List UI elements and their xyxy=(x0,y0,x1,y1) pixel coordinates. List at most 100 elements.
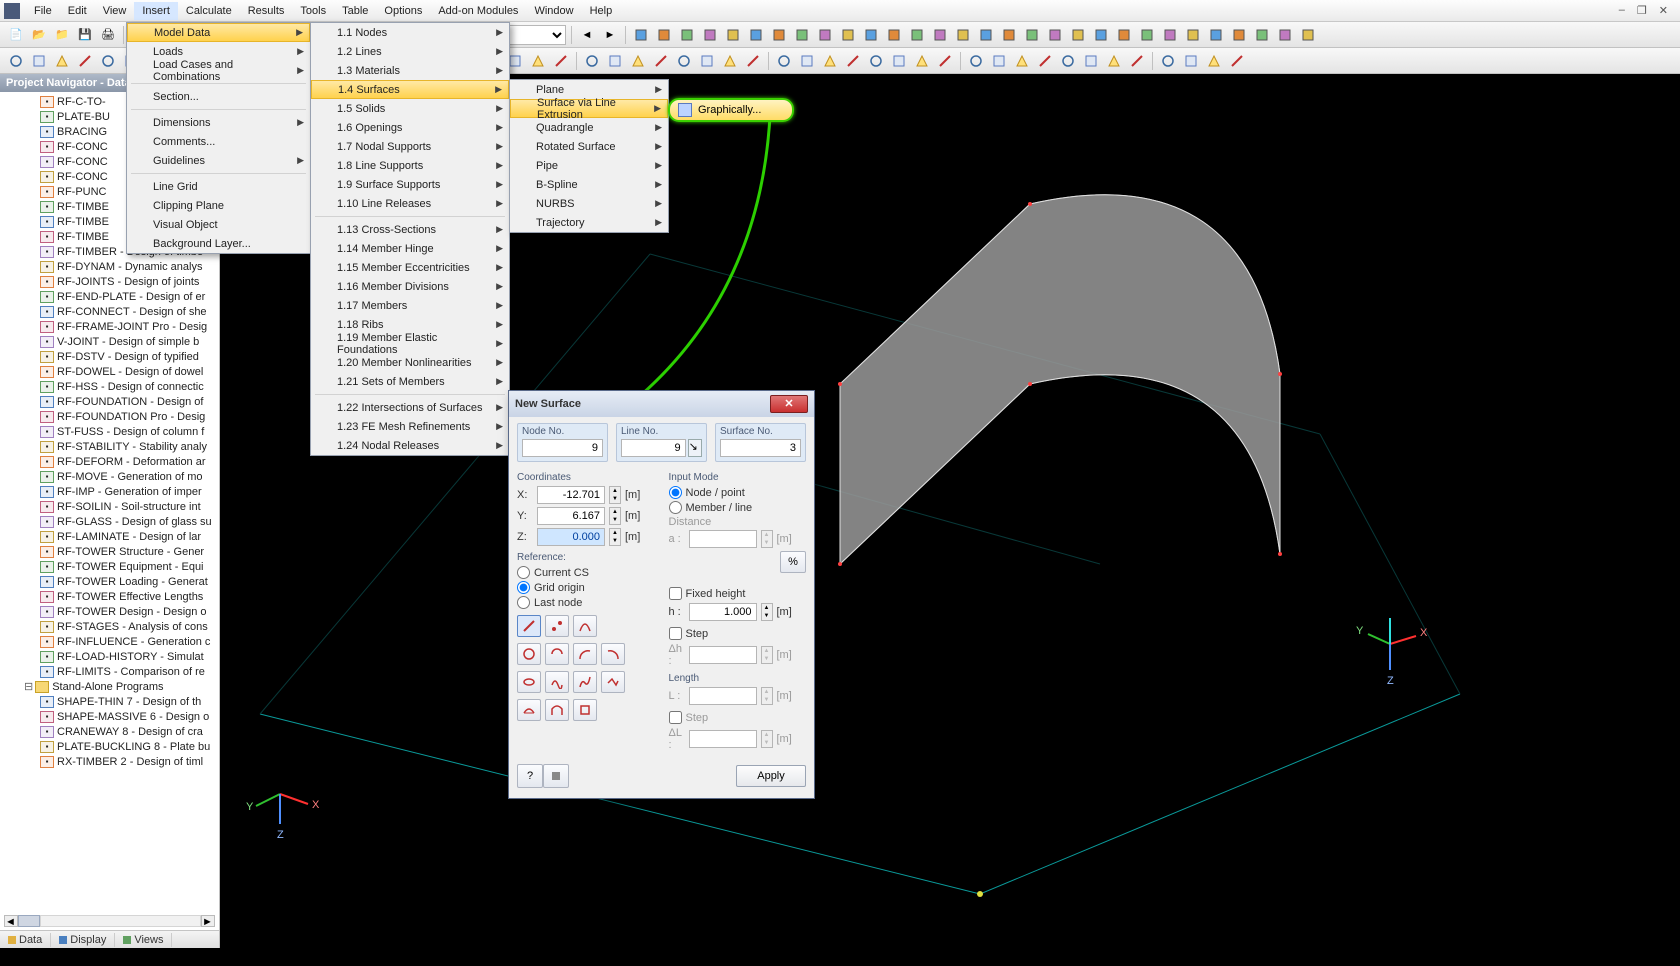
menu-item[interactable]: Visual Object xyxy=(127,215,310,234)
shape-btn-10[interactable] xyxy=(573,671,597,693)
tree-item[interactable]: ▪SHAPE-THIN 7 - Design of th xyxy=(0,694,219,709)
tree-item[interactable]: ▪RF-LIMITS - Comparison of re xyxy=(0,664,219,679)
tree-item[interactable]: ▪RF-TOWER Effective Lengths xyxy=(0,589,219,604)
tool-btn-28[interactable] xyxy=(1275,25,1295,45)
settings-button[interactable] xyxy=(543,764,569,788)
ref-current-cs[interactable]: Current CS xyxy=(517,566,655,579)
tree-item[interactable]: ▪RF-INFLUENCE - Generation c xyxy=(0,634,219,649)
tool2-btn-22[interactable] xyxy=(528,51,548,71)
tool-btn-6[interactable] xyxy=(769,25,789,45)
tool-btn-7[interactable] xyxy=(792,25,812,45)
menu-item[interactable]: 1.6 Openings▶ xyxy=(311,118,509,137)
minimize-icon[interactable]: – xyxy=(1619,4,1625,17)
tool2-btn-50[interactable] xyxy=(1204,51,1224,71)
open2-icon[interactable]: 📁 xyxy=(52,25,72,45)
shape-btn-6[interactable] xyxy=(573,643,597,665)
menu-item[interactable]: 1.3 Materials▶ xyxy=(311,61,509,80)
tree-folder[interactable]: ⊟Stand-Alone Programs xyxy=(0,679,219,694)
tool2-btn-33[interactable] xyxy=(797,51,817,71)
apply-button[interactable]: Apply xyxy=(736,765,806,787)
spinner[interactable]: ▲▼ xyxy=(761,603,773,621)
tool-btn-23[interactable] xyxy=(1160,25,1180,45)
tool-btn-0[interactable] xyxy=(631,25,651,45)
pick-line-button[interactable]: ↘ xyxy=(688,439,702,457)
tool2-btn-49[interactable] xyxy=(1181,51,1201,71)
tree-hscroll[interactable]: ◄► xyxy=(4,914,215,928)
tool-btn-2[interactable] xyxy=(677,25,697,45)
menu-item[interactable]: Model Data▶ xyxy=(127,23,310,42)
ref-grid-origin[interactable]: Grid origin xyxy=(517,581,655,594)
spinner[interactable]: ▲▼ xyxy=(609,528,621,546)
tool2-btn-24[interactable] xyxy=(582,51,602,71)
tree-item[interactable]: ▪RF-DOWEL - Design of dowel xyxy=(0,364,219,379)
tool-btn-9[interactable] xyxy=(838,25,858,45)
tree-item[interactable]: ▪RF-FRAME-JOINT Pro - Desig xyxy=(0,319,219,334)
tree-item[interactable]: ▪RF-GLASS - Design of glass su xyxy=(0,514,219,529)
tool-btn-25[interactable] xyxy=(1206,25,1226,45)
line-no-input[interactable] xyxy=(621,439,686,457)
menu-item[interactable]: Quadrangle▶ xyxy=(510,118,668,137)
coord-x-input[interactable] xyxy=(537,486,605,504)
menu-item[interactable]: 1.19 Member Elastic Foundations▶ xyxy=(311,334,509,353)
tree-item[interactable]: ▪RF-STABILITY - Stability analy xyxy=(0,439,219,454)
tab-display[interactable]: Display xyxy=(51,933,115,947)
tab-data[interactable]: Data xyxy=(0,933,51,947)
tool-btn-29[interactable] xyxy=(1298,25,1318,45)
tree-item[interactable]: ▪RF-JOINTS - Design of joints xyxy=(0,274,219,289)
tool2-btn-46[interactable] xyxy=(1104,51,1124,71)
menu-item[interactable]: 1.9 Surface Supports▶ xyxy=(311,175,509,194)
tool2-btn-41[interactable] xyxy=(989,51,1009,71)
menu-item[interactable]: Surface via Line Extrusion▶ xyxy=(510,99,668,118)
menu-item[interactable]: Clipping Plane xyxy=(127,196,310,215)
menu-item[interactable]: 1.10 Line Releases▶ xyxy=(311,194,509,213)
menu-help[interactable]: Help xyxy=(582,2,621,20)
menu-item[interactable]: Section... xyxy=(127,87,310,106)
tool2-btn-35[interactable] xyxy=(843,51,863,71)
tree-item[interactable]: ▪RF-DSTV - Design of typified xyxy=(0,349,219,364)
tool2-btn-34[interactable] xyxy=(820,51,840,71)
menu-item[interactable]: 1.7 Nodal Supports▶ xyxy=(311,137,509,156)
tool-btn-27[interactable] xyxy=(1252,25,1272,45)
tool2-btn-3[interactable] xyxy=(75,51,95,71)
tree-item[interactable]: ▪ST-FUSS - Design of column f xyxy=(0,424,219,439)
restore-icon[interactable]: ❐ xyxy=(1637,4,1647,17)
menu-item[interactable]: Load Cases and Combinations▶ xyxy=(127,61,310,80)
next-icon[interactable]: ► xyxy=(600,25,620,45)
tree-item[interactable]: ▪RF-STAGES - Analysis of cons xyxy=(0,619,219,634)
tree-item[interactable]: ▪RF-DEFORM - Deformation ar xyxy=(0,454,219,469)
tool2-btn-39[interactable] xyxy=(935,51,955,71)
tool2-btn-1[interactable] xyxy=(29,51,49,71)
step-check[interactable]: Step xyxy=(669,627,807,640)
menu-item[interactable]: 1.17 Members▶ xyxy=(311,296,509,315)
menu-item[interactable]: 1.2 Lines▶ xyxy=(311,42,509,61)
tree-item[interactable]: ▪RF-DYNAM - Dynamic analys xyxy=(0,259,219,274)
ref-last-node[interactable]: Last node xyxy=(517,596,655,609)
menu-insert[interactable]: Insert xyxy=(134,2,178,20)
tool2-btn-36[interactable] xyxy=(866,51,886,71)
tool2-btn-40[interactable] xyxy=(966,51,986,71)
input-member-line[interactable]: Member / line xyxy=(669,501,807,514)
tab-views[interactable]: Views xyxy=(115,933,172,947)
tool2-btn-23[interactable] xyxy=(551,51,571,71)
menu-window[interactable]: Window xyxy=(526,2,581,20)
shape-btn-12[interactable] xyxy=(517,699,541,721)
tree-item[interactable]: ▪RF-MOVE - Generation of mo xyxy=(0,469,219,484)
menu-item[interactable]: 1.8 Line Supports▶ xyxy=(311,156,509,175)
tree-item[interactable]: ▪PLATE-BUCKLING 8 - Plate bu xyxy=(0,739,219,754)
node-no-input[interactable] xyxy=(522,439,603,457)
menu-item[interactable]: 1.4 Surfaces▶ xyxy=(311,80,509,99)
tool-btn-1[interactable] xyxy=(654,25,674,45)
menu-item[interactable]: 1.14 Member Hinge▶ xyxy=(311,239,509,258)
tree-item[interactable]: ▪RF-HSS - Design of connectic xyxy=(0,379,219,394)
shape-btn-14[interactable] xyxy=(573,699,597,721)
tool2-btn-38[interactable] xyxy=(912,51,932,71)
tree-item[interactable]: ▪CRANEWAY 8 - Design of cra xyxy=(0,724,219,739)
tool2-btn-31[interactable] xyxy=(743,51,763,71)
tree-item[interactable]: ▪RF-LOAD-HISTORY - Simulat xyxy=(0,649,219,664)
tool2-btn-26[interactable] xyxy=(628,51,648,71)
tool-btn-10[interactable] xyxy=(861,25,881,45)
tool-btn-17[interactable] xyxy=(1022,25,1042,45)
tool2-btn-0[interactable] xyxy=(6,51,26,71)
menu-item[interactable]: Guidelines▶ xyxy=(127,151,310,170)
menu-item[interactable]: 1.22 Intersections of Surfaces▶ xyxy=(311,398,509,417)
